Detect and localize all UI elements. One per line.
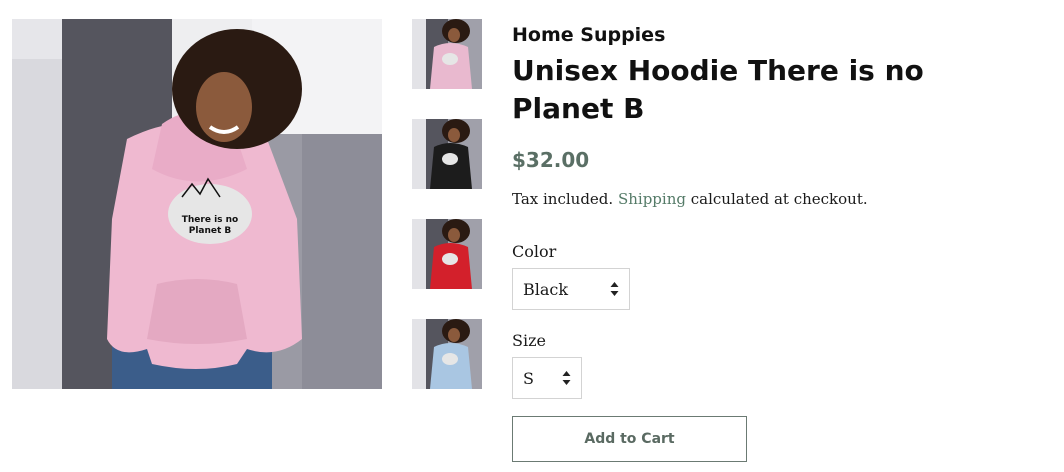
size-label: Size [512,331,546,350]
shipping-link[interactable]: Shipping [618,190,686,208]
thumbnail-image [412,19,482,89]
thumbnail-black[interactable] [412,119,482,189]
tax-suffix: calculated at checkout. [690,190,868,208]
hoodie-model-photo: There is no Planet B [12,19,382,389]
print-text-line2: Planet B [189,226,232,236]
product-title: Unisex Hoodie There is no Planet B [512,54,924,125]
thumbnail-image [412,119,482,189]
thumbnail-pink[interactable] [412,19,482,89]
main-product-image[interactable]: There is no Planet B [12,19,382,389]
size-select-value: S [523,368,534,388]
select-arrows-icon [562,371,571,385]
thumbnail-image [412,319,482,389]
color-label: Color [512,242,557,261]
size-select[interactable]: S [512,357,582,399]
product-info: Home Suppies Unisex Hoodie There is no P… [512,22,1012,462]
tax-note: Tax included. Shipping calculated at che… [512,190,868,208]
color-select-value: Black [523,279,569,299]
product-price: $32.00 [512,148,590,172]
tax-prefix: Tax included. [512,190,614,208]
thumb-hoodie [430,43,472,89]
thumbnail-image [412,219,482,289]
select-arrows-icon [610,282,619,296]
thumbnail-light-blue[interactable] [412,319,482,389]
thumbnail-red[interactable] [412,219,482,289]
vendor-name[interactable]: Home Suppies [512,22,1012,48]
add-to-cart-button[interactable]: Add to Cart [512,416,747,462]
color-select[interactable]: Black [512,268,630,310]
print-text-line1: There is no [182,215,239,225]
